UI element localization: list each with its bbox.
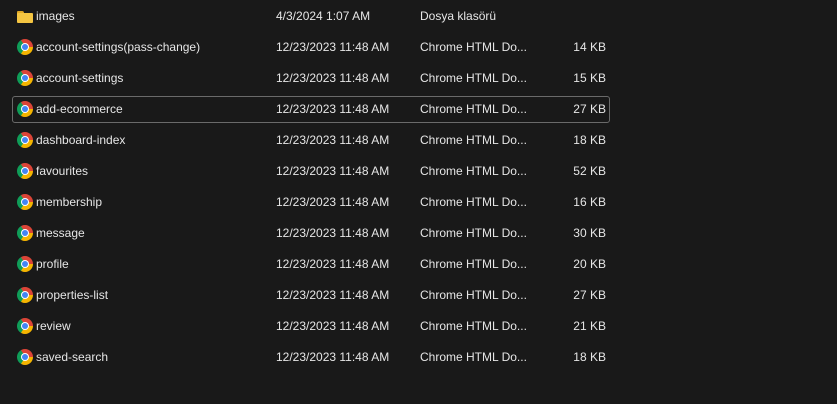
file-date-modified: 12/23/2023 11:48 AM — [276, 257, 390, 271]
file-row[interactable]: review 12/23/2023 11:48 AM Chrome HTML Do.… — [12, 313, 610, 340]
file-date-modified: 12/23/2023 11:48 AM — [276, 319, 390, 333]
file-name: review — [36, 319, 71, 333]
chrome-icon — [17, 66, 33, 91]
file-list: images 4/3/2024 1:07 AM Dosya klasörü accou… — [12, 3, 610, 375]
chrome-icon — [17, 283, 33, 308]
file-type: Chrome HTML Do... — [420, 350, 527, 364]
file-type: Chrome HTML Do... — [420, 257, 527, 271]
folder-icon — [17, 4, 33, 29]
file-type: Chrome HTML Do... — [420, 133, 527, 147]
file-size: 15 KB — [573, 71, 606, 85]
file-date-modified: 12/23/2023 11:48 AM — [276, 288, 390, 302]
file-type: Chrome HTML Do... — [420, 288, 527, 302]
file-size: 27 KB — [573, 288, 606, 302]
file-size: 18 KB — [573, 350, 606, 364]
file-date-modified: 12/23/2023 11:48 AM — [276, 133, 390, 147]
file-row[interactable]: membership 12/23/2023 11:48 AM Chrome HTML… — [12, 189, 610, 216]
file-date-modified: 12/23/2023 11:48 AM — [276, 40, 390, 54]
file-type: Dosya klasörü — [420, 9, 497, 23]
file-name: account-settings — [36, 71, 124, 85]
file-size: 21 KB — [573, 319, 606, 333]
file-name: add-ecommerce — [36, 102, 123, 116]
chrome-icon — [17, 35, 33, 60]
file-date-modified: 12/23/2023 11:48 AM — [276, 71, 390, 85]
file-name: account-settings(pass-change) — [36, 40, 201, 54]
chrome-icon — [17, 159, 33, 184]
file-type: Chrome HTML Do... — [420, 195, 527, 209]
file-size: 27 KB — [573, 102, 606, 116]
file-type: Chrome HTML Do... — [420, 319, 527, 333]
file-name: profile — [36, 257, 69, 271]
file-date-modified: 4/3/2024 1:07 AM — [276, 9, 371, 23]
file-name: images — [36, 9, 75, 23]
file-type: Chrome HTML Do... — [420, 40, 527, 54]
file-name: dashboard-index — [36, 133, 126, 147]
file-row[interactable]: add-ecommerce 12/23/2023 11:48 AM Chrome H… — [12, 96, 610, 123]
file-row[interactable]: account-settings 12/23/2023 11:48 AM Chrom… — [12, 65, 610, 92]
chrome-icon — [17, 314, 33, 339]
file-row[interactable]: properties-list 12/23/2023 11:48 AM Chrome… — [12, 282, 610, 309]
chrome-icon — [17, 128, 33, 153]
chrome-icon — [17, 221, 33, 246]
file-date-modified: 12/23/2023 11:48 AM — [276, 195, 390, 209]
file-row[interactable]: message 12/23/2023 11:48 AM Chrome HTML Do… — [12, 220, 610, 247]
file-type: Chrome HTML Do... — [420, 102, 527, 116]
file-date-modified: 12/23/2023 11:48 AM — [276, 350, 390, 364]
chrome-icon — [17, 345, 33, 370]
file-type: Chrome HTML Do... — [420, 226, 527, 240]
file-type: Chrome HTML Do... — [420, 164, 527, 178]
file-row[interactable]: favourites 12/23/2023 11:48 AM Chrome HTML… — [12, 158, 610, 185]
file-size: 30 KB — [573, 226, 606, 240]
file-date-modified: 12/23/2023 11:48 AM — [276, 102, 390, 116]
file-size: 20 KB — [573, 257, 606, 271]
chrome-icon — [17, 97, 33, 122]
file-date-modified: 12/23/2023 11:48 AM — [276, 164, 390, 178]
file-row[interactable]: profile 12/23/2023 11:48 AM Chrome HTML Do… — [12, 251, 610, 278]
file-row[interactable]: dashboard-index 12/23/2023 11:48 AM Chrome… — [12, 127, 610, 154]
chrome-icon — [17, 190, 33, 215]
file-size: 18 KB — [573, 133, 606, 147]
file-name: saved-search — [36, 350, 109, 364]
file-row[interactable]: images 4/3/2024 1:07 AM Dosya klasörü — [12, 3, 610, 30]
file-date-modified: 12/23/2023 11:48 AM — [276, 226, 390, 240]
file-type: Chrome HTML Do... — [420, 71, 527, 85]
file-name: membership — [36, 195, 103, 209]
file-row[interactable]: account-settings(pass-change) 12/23/2023 … — [12, 34, 610, 61]
file-name: properties-list — [36, 288, 109, 302]
file-name: favourites — [36, 164, 89, 178]
chrome-icon — [17, 252, 33, 277]
file-row[interactable]: saved-search 12/23/2023 11:48 AM Chrome HT… — [12, 344, 610, 371]
file-name: message — [36, 226, 85, 240]
file-size: 52 KB — [573, 164, 606, 178]
file-size: 16 KB — [573, 195, 606, 209]
file-size: 14 KB — [573, 40, 606, 54]
